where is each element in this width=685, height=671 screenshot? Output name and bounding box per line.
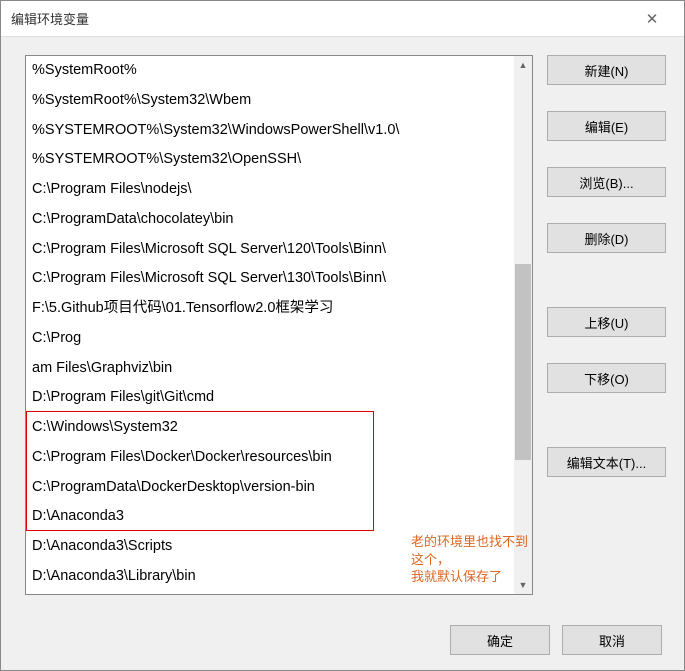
list-item[interactable]: %SYSTEMROOT%\System32\OpenSSH\ (26, 145, 514, 175)
list-item[interactable]: C:\Program Files\Microsoft SQL Server\12… (26, 235, 514, 265)
dialog-window: 编辑环境变量 ✕ %SystemRoot%%SystemRoot%\System… (0, 0, 685, 671)
path-listbox[interactable]: %SystemRoot%%SystemRoot%\System32\Wbem%S… (25, 55, 533, 595)
new-button[interactable]: 新建(N) (547, 55, 666, 85)
path-list-wrap: %SystemRoot%%SystemRoot%\System32\Wbem%S… (25, 55, 533, 595)
titlebar: 编辑环境变量 ✕ (1, 1, 684, 37)
edittext-button[interactable]: 编辑文本(T)... (547, 447, 666, 477)
close-icon[interactable]: ✕ (630, 1, 674, 37)
footer: 确定 取消 (1, 610, 684, 670)
annotation-text: 老的环境里也找不到这个，我就默认保存了 (411, 533, 533, 586)
list-item[interactable]: C:\Program Files\Microsoft SQL Server\13… (26, 264, 514, 294)
scroll-thumb[interactable] (515, 264, 531, 460)
ok-button[interactable]: 确定 (450, 625, 550, 655)
list-item[interactable]: C:\ProgramData\DockerDesktop\version-bin (26, 473, 514, 503)
window-title: 编辑环境变量 (11, 9, 630, 28)
scroll-up-icon[interactable]: ▲ (514, 56, 532, 74)
list-item[interactable]: C:\ProgramData\chocolatey\bin (26, 205, 514, 235)
list-item[interactable]: %SystemRoot% (26, 56, 514, 86)
button-column: 新建(N) 编辑(E) 浏览(B)... 删除(D) 上移(U) 下移(O) 编… (547, 55, 666, 600)
content-area: %SystemRoot%%SystemRoot%\System32\Wbem%S… (1, 37, 684, 610)
path-list-inner: %SystemRoot%%SystemRoot%\System32\Wbem%S… (26, 56, 514, 594)
list-item[interactable]: C:\Program Files\nodejs\ (26, 175, 514, 205)
movedown-button[interactable]: 下移(O) (547, 363, 666, 393)
list-item[interactable]: %SYSTEMROOT%\System32\WindowsPowerShell\… (26, 116, 514, 146)
list-item[interactable]: D:\Program Files\git\Git\cmd (26, 383, 514, 413)
edit-button[interactable]: 编辑(E) (547, 111, 666, 141)
list-item[interactable]: C:\Program Files\Docker\Docker\resources… (26, 443, 514, 473)
list-item[interactable]: %SystemRoot%\System32\Wbem (26, 86, 514, 116)
moveup-button[interactable]: 上移(U) (547, 307, 666, 337)
vertical-scrollbar[interactable]: ▲ ▼ (514, 56, 532, 594)
list-item[interactable]: D:\Anaconda3\Library\mingw-w64\bin (26, 592, 514, 595)
list-item[interactable]: am Files\Graphviz\bin (26, 354, 514, 384)
browse-button[interactable]: 浏览(B)... (547, 167, 666, 197)
list-item[interactable]: C:\Prog (26, 324, 514, 354)
cancel-button[interactable]: 取消 (562, 625, 662, 655)
list-item[interactable]: C:\Windows\System32 (26, 413, 514, 443)
list-item[interactable]: D:\Anaconda3 (26, 502, 514, 532)
delete-button[interactable]: 删除(D) (547, 223, 666, 253)
list-item[interactable]: F:\5.Github项目代码\01.Tensorflow2.0框架学习 (26, 294, 514, 324)
